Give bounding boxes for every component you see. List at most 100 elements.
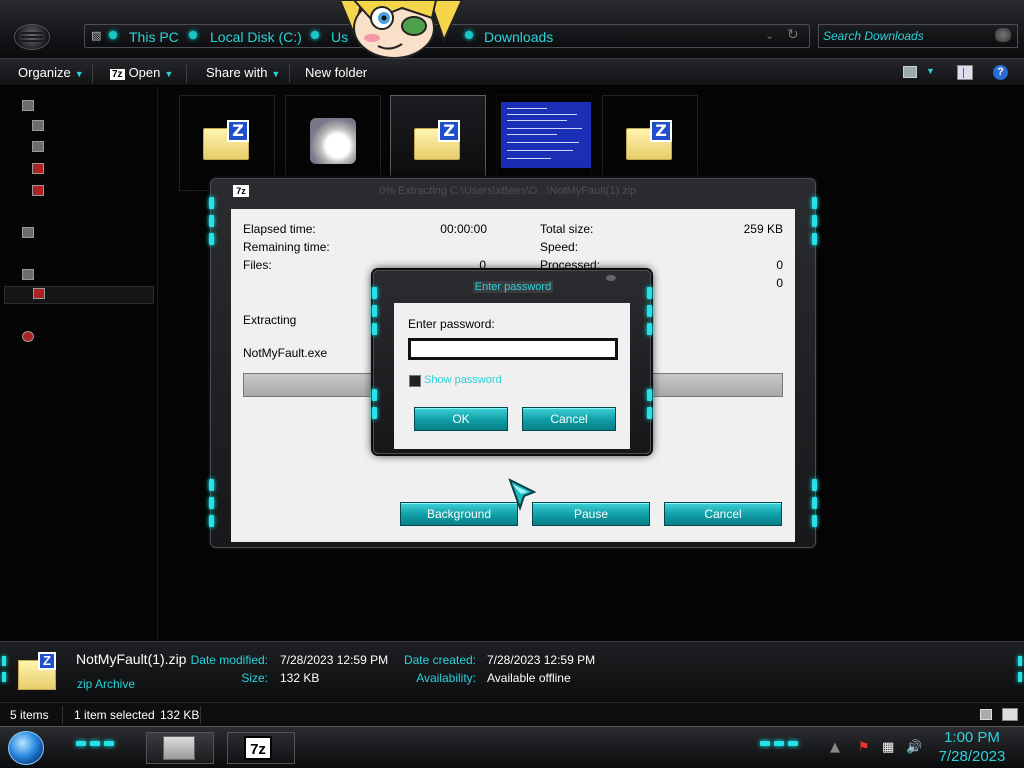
status-label: Extracting <box>243 313 297 327</box>
frame-accent <box>372 287 377 299</box>
file-item[interactable] <box>496 95 592 191</box>
nav-item-favorites[interactable] <box>22 99 142 117</box>
nav-item[interactable] <box>32 119 142 137</box>
library-icon <box>22 227 34 238</box>
frame-accent <box>76 741 86 746</box>
refresh-icon[interactable]: ↻ <box>787 27 799 43</box>
crumb-downloads[interactable]: Downloads <box>484 29 553 45</box>
organize-label: Organize <box>18 65 71 80</box>
zip-archive-icon: Z <box>626 120 674 162</box>
taskbar-7zip[interactable]: 7z <box>227 732 295 764</box>
show-hidden-icons-icon[interactable]: ▲ <box>830 741 844 755</box>
nav-item-this-pc[interactable] <box>22 268 142 286</box>
elapsed-value: 00:00:00 <box>440 222 487 236</box>
toolbar-divider <box>186 63 187 83</box>
share-with-button[interactable]: Share with ▼ <box>206 65 280 80</box>
seven-zip-icon: 7z <box>233 185 249 197</box>
mouse-cursor-icon <box>508 478 537 512</box>
screenshot-thumbnail <box>501 102 591 168</box>
total-size-label: Total size: <box>540 222 594 236</box>
background-button[interactable]: Background <box>400 502 518 526</box>
date-created-value: 7/28/2023 12:59 PM <box>487 653 596 667</box>
frame-accent <box>209 497 214 509</box>
cancel-button[interactable]: Cancel <box>664 502 782 526</box>
frame-accent <box>2 672 6 682</box>
nav-item[interactable] <box>32 140 142 158</box>
chevron-down-icon: ▼ <box>74 69 84 79</box>
file-item[interactable]: Z <box>179 95 275 191</box>
frame-accent <box>774 741 784 746</box>
processed-value: 0 <box>776 258 783 272</box>
password-label: Enter password: <box>408 317 495 331</box>
breadcrumb-separator-icon[interactable] <box>311 31 319 39</box>
show-password-checkbox[interactable] <box>409 375 421 387</box>
frame-accent <box>372 389 377 401</box>
organize-button[interactable]: Organize ▼ <box>18 65 84 80</box>
frame-accent <box>209 233 214 245</box>
nav-item-local-disk[interactable] <box>4 286 154 304</box>
details-view-icon[interactable] <box>980 709 992 720</box>
address-bar: ▧ This PC Local Disk (C:) Us Downloads ⌄… <box>0 0 1024 59</box>
search-input[interactable] <box>823 28 983 44</box>
new-folder-button[interactable]: New folder <box>305 65 367 80</box>
ok-button[interactable]: OK <box>414 407 508 431</box>
clock-time[interactable]: 1:00 PM <box>930 729 1014 746</box>
share-with-label: Share with <box>206 65 268 80</box>
current-file: NotMyFault.exe <box>243 346 328 360</box>
frame-accent <box>647 389 652 401</box>
breadcrumb-separator-icon[interactable] <box>189 31 197 39</box>
files-label: Files: <box>243 258 272 272</box>
file-item[interactable] <box>285 95 381 191</box>
help-icon[interactable]: ? <box>993 65 1008 80</box>
date-created-label: Date created: <box>403 653 476 667</box>
frame-accent <box>372 305 377 317</box>
frame-accent <box>209 197 214 209</box>
start-button[interactable] <box>8 731 44 765</box>
toolbar-divider <box>289 63 290 83</box>
frame-accent <box>647 287 652 299</box>
close-icon[interactable] <box>606 275 616 281</box>
breadcrumb-separator-icon[interactable] <box>109 31 117 39</box>
preview-pane-icon[interactable] <box>957 65 973 80</box>
frame-accent <box>647 323 652 335</box>
file-item-selected[interactable]: Z <box>390 95 486 191</box>
zip-archive-icon: Z <box>18 652 58 692</box>
folder-icon <box>32 120 44 131</box>
file-item[interactable]: Z <box>602 95 698 191</box>
change-view-icon[interactable] <box>903 66 917 78</box>
frame-accent <box>812 233 817 245</box>
breadcrumb-separator-icon[interactable] <box>465 31 473 39</box>
status-bar: 5 items 1 item selected 132 KB <box>0 702 1024 726</box>
password-dialog: Enter password Enter password: Show pass… <box>372 270 652 454</box>
search-icon[interactable] <box>995 28 1011 42</box>
dialog-cancel-button[interactable]: Cancel <box>522 407 616 431</box>
nav-item-network[interactable] <box>22 330 142 348</box>
nav-item-libraries[interactable] <box>22 226 142 244</box>
chevron-down-icon[interactable]: ▼ <box>926 66 935 76</box>
volume-icon[interactable]: 🔊 <box>906 741 922 755</box>
item-count: 5 items <box>10 708 49 722</box>
date-modified-label: Date modified: <box>190 653 268 667</box>
crumb-local-disk[interactable]: Local Disk (C:) <box>210 29 302 45</box>
command-bar: Organize ▼ 7z Open ▼ Share with ▼ New folder… <box>0 58 1024 86</box>
frame-accent <box>1018 656 1022 666</box>
show-password-label[interactable]: Show password <box>424 374 502 386</box>
chevron-down-icon[interactable]: ⌄ <box>765 29 774 42</box>
clock-date[interactable]: 7/28/2023 <box>930 748 1014 765</box>
pause-button[interactable]: Pause <box>532 502 650 526</box>
tiles-view-icon[interactable] <box>1002 708 1018 721</box>
nav-item[interactable] <box>32 162 142 180</box>
action-center-flag-icon[interactable]: ⚑ <box>858 741 872 755</box>
taskbar-explorer[interactable] <box>146 732 214 764</box>
search-box[interactable] <box>818 24 1018 48</box>
back-forward-icon[interactable] <box>14 24 50 50</box>
details-file-name: NotMyFault(1).zip <box>76 651 187 667</box>
crumb-this-pc[interactable]: This PC <box>129 29 179 45</box>
nav-item[interactable] <box>32 184 142 202</box>
frame-accent <box>647 407 652 419</box>
open-button[interactable]: 7z Open ▼ <box>110 65 173 80</box>
status-divider <box>62 706 63 724</box>
network-icon[interactable]: ▦ <box>882 741 896 755</box>
frame-accent <box>812 215 817 227</box>
password-input[interactable] <box>408 338 618 360</box>
